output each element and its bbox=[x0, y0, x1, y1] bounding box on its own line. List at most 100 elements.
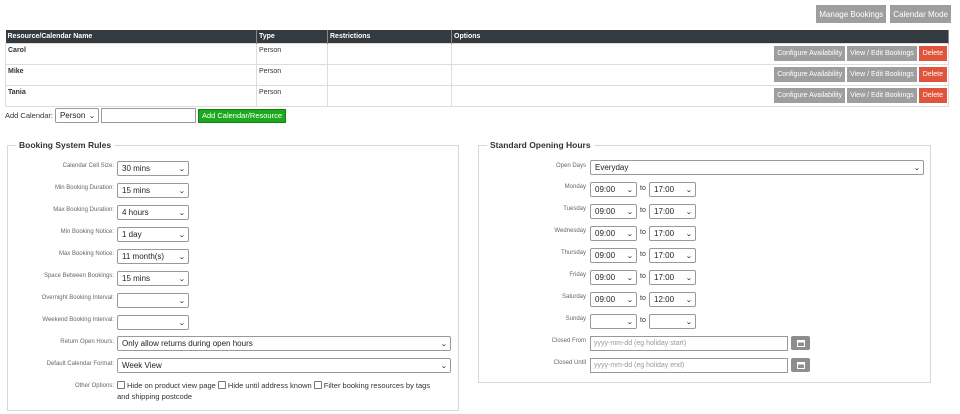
checkbox-icon[interactable] bbox=[313, 381, 322, 389]
to-label: to bbox=[640, 251, 646, 258]
delete-button[interactable]: Delete bbox=[918, 67, 947, 82]
chevron-down-icon: ⌄ bbox=[685, 208, 693, 216]
day-label: Tuesday bbox=[563, 206, 586, 212]
chevron-down-icon: ⌄ bbox=[178, 165, 186, 173]
calendar-icon[interactable] bbox=[791, 358, 810, 372]
max-booking-notice-select[interactable]: 11 month(s) ⌄ bbox=[117, 249, 189, 264]
chevron-down-icon: ⌄ bbox=[178, 253, 186, 261]
field-label: Overnight Booking Interval: bbox=[41, 295, 114, 301]
calendar-name-input[interactable] bbox=[100, 108, 196, 123]
chevron-down-icon: ⌄ bbox=[626, 208, 634, 216]
to-label: to bbox=[640, 185, 646, 192]
column-header-name: Resource/Calendar Name bbox=[5, 30, 257, 43]
wednesday-from-select[interactable]: 09:00 ⌄ bbox=[590, 226, 637, 241]
day-label: Friday bbox=[569, 272, 586, 278]
other-options: Hide on product view page Hide until add… bbox=[117, 380, 457, 402]
weekend-booking-interval-select[interactable]: ⌄ bbox=[117, 315, 189, 330]
max-booking-duration-select[interactable]: 4 hours ⌄ bbox=[117, 205, 189, 220]
view-edit-bookings-button[interactable]: View / Edit Bookings bbox=[847, 88, 917, 103]
day-label: Saturday bbox=[561, 294, 586, 300]
field-label: Max Booking Notice: bbox=[58, 251, 114, 257]
wednesday-to-select[interactable]: 17:00 ⌄ bbox=[649, 226, 696, 241]
sunday-from-select[interactable]: ⌄ bbox=[590, 314, 637, 329]
manage-bookings-button[interactable]: Manage Bookings bbox=[816, 5, 887, 23]
monday-from-select[interactable]: 09:00 ⌄ bbox=[590, 182, 637, 197]
table-row: Carol Person Configure Availability View… bbox=[5, 42, 949, 65]
opening-hours-panel: Standard Opening Hours Open Days Everyda… bbox=[478, 140, 931, 383]
thursday-from-select[interactable]: 09:00 ⌄ bbox=[590, 248, 637, 263]
field-label: Other Options: bbox=[74, 383, 114, 389]
min-booking-duration-select[interactable]: 15 mins ⌄ bbox=[117, 183, 189, 198]
default-calendar-format-select[interactable]: Week View ⌄ bbox=[117, 358, 451, 373]
day-label: Sunday bbox=[565, 316, 586, 322]
booking-rules-title: Booking System Rules bbox=[16, 140, 115, 150]
closed-until-label: Closed Until bbox=[553, 360, 586, 366]
select-value: 17:00 bbox=[654, 273, 675, 282]
chevron-down-icon: ⌄ bbox=[178, 209, 186, 217]
hide-until-address-known-option[interactable]: Hide until address known bbox=[217, 381, 312, 390]
friday-from-select[interactable]: 09:00 ⌄ bbox=[590, 270, 637, 285]
tuesday-to-select[interactable]: 17:00 ⌄ bbox=[649, 204, 696, 219]
select-value: 09:00 bbox=[595, 185, 616, 194]
chevron-down-icon: ⌄ bbox=[626, 318, 634, 326]
option-label-tail: and shipping postcode bbox=[117, 392, 193, 401]
closed-from-input[interactable]: yyyy-mm-dd (eg holiday start) bbox=[590, 336, 788, 351]
open-days-select[interactable]: Everyday ⌄ bbox=[590, 160, 924, 175]
field-label: Calendar Cell Size: bbox=[62, 163, 114, 169]
day-label: Wednesday bbox=[554, 228, 586, 234]
saturday-from-select[interactable]: 09:00 ⌄ bbox=[590, 292, 637, 307]
calendar-type-select[interactable]: Person ⌄ bbox=[54, 108, 99, 123]
view-edit-bookings-button[interactable]: View / Edit Bookings bbox=[847, 67, 917, 82]
sunday-to-select[interactable]: ⌄ bbox=[649, 314, 696, 329]
calendar-cell-size-select[interactable]: 30 mins ⌄ bbox=[117, 161, 189, 176]
min-booking-notice-select[interactable]: 1 day ⌄ bbox=[117, 227, 189, 242]
chevron-down-icon: ⌄ bbox=[178, 275, 186, 283]
configure-availability-button[interactable]: Configure Availability bbox=[774, 46, 846, 61]
chevron-down-icon: ⌄ bbox=[685, 230, 693, 238]
saturday-to-select[interactable]: 12:00 ⌄ bbox=[649, 292, 696, 307]
friday-to-select[interactable]: 17:00 ⌄ bbox=[649, 270, 696, 285]
select-value: 11 month(s) bbox=[122, 252, 165, 261]
chevron-down-icon: ⌄ bbox=[626, 252, 634, 260]
resource-type: Person bbox=[256, 63, 328, 86]
to-label: to bbox=[640, 317, 646, 324]
tuesday-from-select[interactable]: 09:00 ⌄ bbox=[590, 204, 637, 219]
field-label: Default Calendar Format: bbox=[46, 361, 114, 367]
filter-by-tags-option[interactable]: Filter booking resources by tags bbox=[313, 381, 430, 390]
select-value: 4 hours bbox=[122, 208, 149, 217]
space-between-bookings-select[interactable]: 15 mins ⌄ bbox=[117, 271, 189, 286]
booking-rules-panel: Booking System Rules Calendar Cell Size:… bbox=[7, 140, 459, 411]
option-label: Hide on product view page bbox=[127, 381, 216, 390]
select-value: Week View bbox=[122, 361, 162, 370]
resource-restrictions bbox=[327, 84, 452, 107]
column-header-options: Options bbox=[451, 30, 949, 43]
checkbox-icon[interactable] bbox=[217, 381, 226, 389]
closed-until-input[interactable]: yyyy-mm-dd (eg holiday end) bbox=[590, 358, 788, 373]
delete-button[interactable]: Delete bbox=[918, 88, 947, 103]
chevron-down-icon: ⌄ bbox=[88, 112, 96, 120]
calendar-icon[interactable] bbox=[791, 336, 810, 350]
column-header-type: Type bbox=[256, 30, 328, 43]
calendar-mode-button[interactable]: Calendar Mode bbox=[890, 5, 951, 23]
table-row: Tania Person Configure Availability View… bbox=[5, 84, 949, 107]
thursday-to-select[interactable]: 17:00 ⌄ bbox=[649, 248, 696, 263]
resource-name: Mike bbox=[5, 63, 257, 86]
chevron-down-icon: ⌄ bbox=[913, 164, 921, 172]
select-value: Only allow returns during open hours bbox=[122, 339, 253, 348]
view-edit-bookings-button[interactable]: View / Edit Bookings bbox=[847, 46, 917, 61]
closed-from-label: Closed From bbox=[551, 338, 586, 344]
hide-on-product-view-option[interactable]: Hide on product view page bbox=[117, 381, 216, 390]
resource-restrictions bbox=[327, 63, 452, 86]
opening-hours-title: Standard Opening Hours bbox=[487, 140, 594, 150]
delete-button[interactable]: Delete bbox=[918, 46, 947, 61]
resource-name: Carol bbox=[5, 42, 257, 65]
checkbox-icon[interactable] bbox=[117, 381, 125, 389]
add-calendar-button[interactable]: Add Calendar/Resource bbox=[197, 108, 286, 123]
return-open-hours-select[interactable]: Only allow returns during open hours ⌄ bbox=[117, 336, 451, 351]
monday-to-select[interactable]: 17:00 ⌄ bbox=[649, 182, 696, 197]
configure-availability-button[interactable]: Configure Availability bbox=[774, 88, 846, 103]
top-actions: Manage Bookings Calendar Mode bbox=[816, 5, 951, 23]
overnight-booking-interval-select[interactable]: ⌄ bbox=[117, 293, 189, 308]
configure-availability-button[interactable]: Configure Availability bbox=[774, 67, 846, 82]
chevron-down-icon: ⌄ bbox=[626, 296, 634, 304]
